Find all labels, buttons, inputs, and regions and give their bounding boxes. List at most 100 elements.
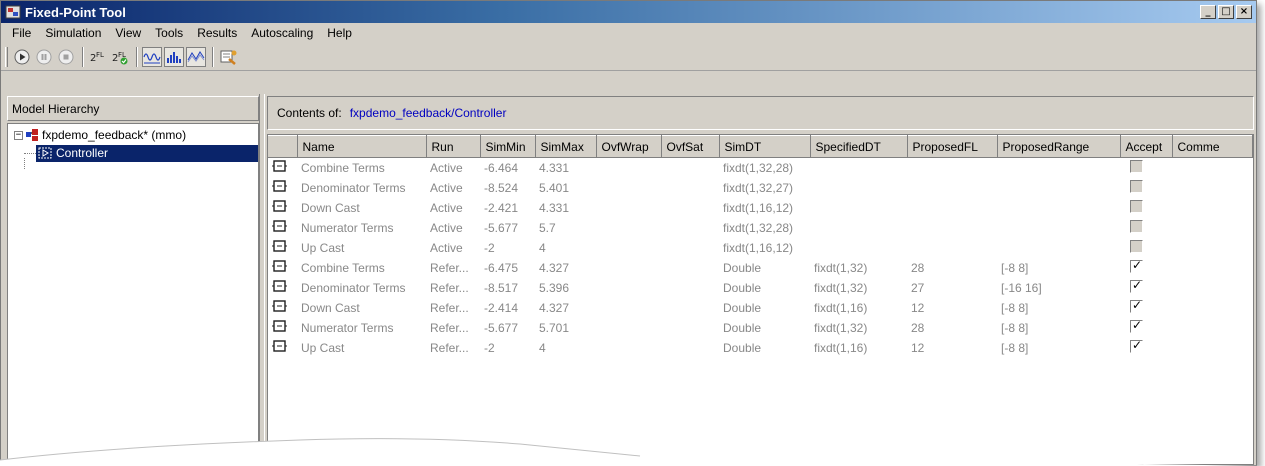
cell-ovfsat[interactable] (661, 318, 719, 338)
cell-specdt[interactable] (810, 218, 907, 238)
cell-specdt[interactable] (810, 198, 907, 218)
table-row[interactable]: Numerator Terms Active -5.677 5.7 fixdt(1,32… (268, 218, 1252, 238)
cell-specdt[interactable] (810, 178, 907, 198)
cell-simmax[interactable]: 4.327 (535, 258, 596, 278)
contents-path-link[interactable]: fxpdemo_feedback/Controller (350, 106, 507, 120)
cell-ovfwrap[interactable] (596, 218, 661, 238)
cell-propfl[interactable]: 28 (907, 258, 997, 278)
menu-results[interactable]: Results (190, 26, 244, 40)
cell-name[interactable]: Up Cast (297, 238, 426, 258)
cell-name[interactable]: Denominator Terms (297, 278, 426, 298)
cell-run[interactable]: Active (426, 198, 480, 218)
cell-comment[interactable] (1172, 218, 1252, 238)
cell-range[interactable]: [-8 8] (997, 298, 1120, 318)
cell-range[interactable]: [-16 16] (997, 278, 1120, 298)
cell-simmax[interactable]: 4.331 (535, 198, 596, 218)
cell-ovfwrap[interactable] (596, 198, 661, 218)
cell-simdt[interactable]: Double (719, 298, 810, 318)
cell-ovfwrap[interactable] (596, 318, 661, 338)
cell-range[interactable]: [-8 8] (997, 338, 1120, 358)
cell-range[interactable]: [-8 8] (997, 318, 1120, 338)
column-header-icon[interactable] (268, 135, 298, 158)
cell-simdt[interactable]: fixdt(1,32,28) (719, 218, 810, 238)
cell-simmin[interactable]: -6.475 (480, 258, 535, 278)
column-header-comme[interactable]: Comme (1172, 135, 1253, 158)
stop-simulation-icon[interactable] (56, 47, 76, 67)
table-row[interactable]: Up Cast Active -2 4 fixdt(1,16,12) (268, 238, 1252, 258)
cell-comment[interactable] (1172, 278, 1252, 298)
cell-run[interactable]: Refer... (426, 278, 480, 298)
accept-checkbox[interactable] (1130, 239, 1143, 253)
cell-name[interactable]: Numerator Terms (297, 218, 426, 238)
collapse-icon[interactable]: − (14, 130, 23, 140)
cell-comment[interactable] (1172, 298, 1252, 318)
cell-run[interactable]: Refer... (426, 338, 480, 358)
accept-checkbox[interactable] (1130, 338, 1143, 353)
column-header-name[interactable]: Name (297, 135, 427, 158)
cell-name[interactable]: Numerator Terms (297, 318, 426, 338)
table-row[interactable]: Down Cast Refer... -2.414 4.327 Double fixdt(… (268, 298, 1252, 318)
show-signal-icon[interactable] (142, 46, 162, 67)
cell-ovfsat[interactable] (661, 178, 719, 198)
menu-tools[interactable]: Tools (148, 26, 190, 40)
cell-range[interactable] (997, 178, 1120, 198)
cell-specdt[interactable]: fixdt(1,32) (810, 278, 907, 298)
close-button[interactable]: × (1236, 5, 1252, 19)
cell-propfl[interactable]: 27 (907, 278, 997, 298)
cell-name[interactable]: Combine Terms (297, 158, 426, 178)
table-row[interactable]: Down Cast Active -2.421 4.331 fixdt(1,16,12) (268, 198, 1252, 218)
cell-simdt[interactable]: Double (719, 318, 810, 338)
accept-checkbox[interactable] (1130, 219, 1143, 233)
cell-ovfwrap[interactable] (596, 258, 661, 278)
table-row[interactable]: Up Cast Refer... -2 4 Double fixdt(1,16) 12 [-8… (268, 338, 1252, 358)
cell-simmax[interactable]: 4 (535, 238, 596, 258)
cell-comment[interactable] (1172, 198, 1252, 218)
cell-propfl[interactable] (907, 158, 997, 178)
start-simulation-icon[interactable] (12, 47, 32, 67)
cell-simmin[interactable]: -8.517 (480, 278, 535, 298)
accept-checkbox[interactable] (1130, 159, 1143, 173)
menu-autoscaling[interactable]: Autoscaling (244, 26, 320, 40)
column-header-run[interactable]: Run (426, 135, 481, 158)
menu-view[interactable]: View (108, 26, 148, 40)
cell-comment[interactable] (1172, 258, 1252, 278)
cell-specdt[interactable]: fixdt(1,16) (810, 298, 907, 318)
cell-simmin[interactable]: -2 (480, 238, 535, 258)
cell-simdt[interactable]: Double (719, 338, 810, 358)
column-header-simdt[interactable]: SimDT (719, 135, 811, 158)
cell-comment[interactable] (1172, 338, 1252, 358)
cell-ovfsat[interactable] (661, 198, 719, 218)
column-header-ovfwrap[interactable]: OvfWrap (596, 135, 662, 158)
cell-name[interactable]: Denominator Terms (297, 178, 426, 198)
selected-tree-item[interactable]: Controller (36, 144, 258, 162)
column-header-simmin[interactable]: SimMin (480, 135, 536, 158)
cell-name[interactable]: Up Cast (297, 338, 426, 358)
column-header-accept[interactable]: Accept (1120, 135, 1173, 158)
cell-propfl[interactable] (907, 238, 997, 258)
cell-run[interactable]: Refer... (426, 318, 480, 338)
cell-comment[interactable] (1172, 178, 1252, 198)
propose-fraction-lengths-icon[interactable]: 2 FL (88, 47, 108, 67)
cell-propfl[interactable] (907, 218, 997, 238)
cell-run[interactable]: Refer... (426, 258, 480, 278)
table-row[interactable]: Combine Terms Active -6.464 4.331 fixdt(1,32… (268, 158, 1252, 178)
accept-checkbox[interactable] (1130, 278, 1143, 293)
cell-specdt[interactable] (810, 158, 907, 178)
toolbar-grip[interactable] (5, 46, 8, 67)
cell-simdt[interactable]: Double (719, 258, 810, 278)
accept-checkbox[interactable] (1130, 179, 1143, 193)
column-header-proposedrange[interactable]: ProposedRange (997, 135, 1121, 158)
cell-simdt[interactable]: fixdt(1,16,12) (719, 238, 810, 258)
cell-specdt[interactable]: fixdt(1,32) (810, 318, 907, 338)
show-difference-icon[interactable] (186, 46, 206, 67)
cell-simdt[interactable]: Double (719, 278, 810, 298)
column-header-ovfsat[interactable]: OvfSat (661, 135, 720, 158)
cell-simmin[interactable]: -6.464 (480, 158, 535, 178)
column-header-simmax[interactable]: SimMax (535, 135, 597, 158)
cell-range[interactable] (997, 158, 1120, 178)
cell-range[interactable]: [-8 8] (997, 258, 1120, 278)
accept-checkbox[interactable] (1130, 318, 1143, 333)
cell-range[interactable] (997, 198, 1120, 218)
tree-node-controller[interactable]: Controller (8, 144, 258, 169)
cell-range[interactable] (997, 238, 1120, 258)
